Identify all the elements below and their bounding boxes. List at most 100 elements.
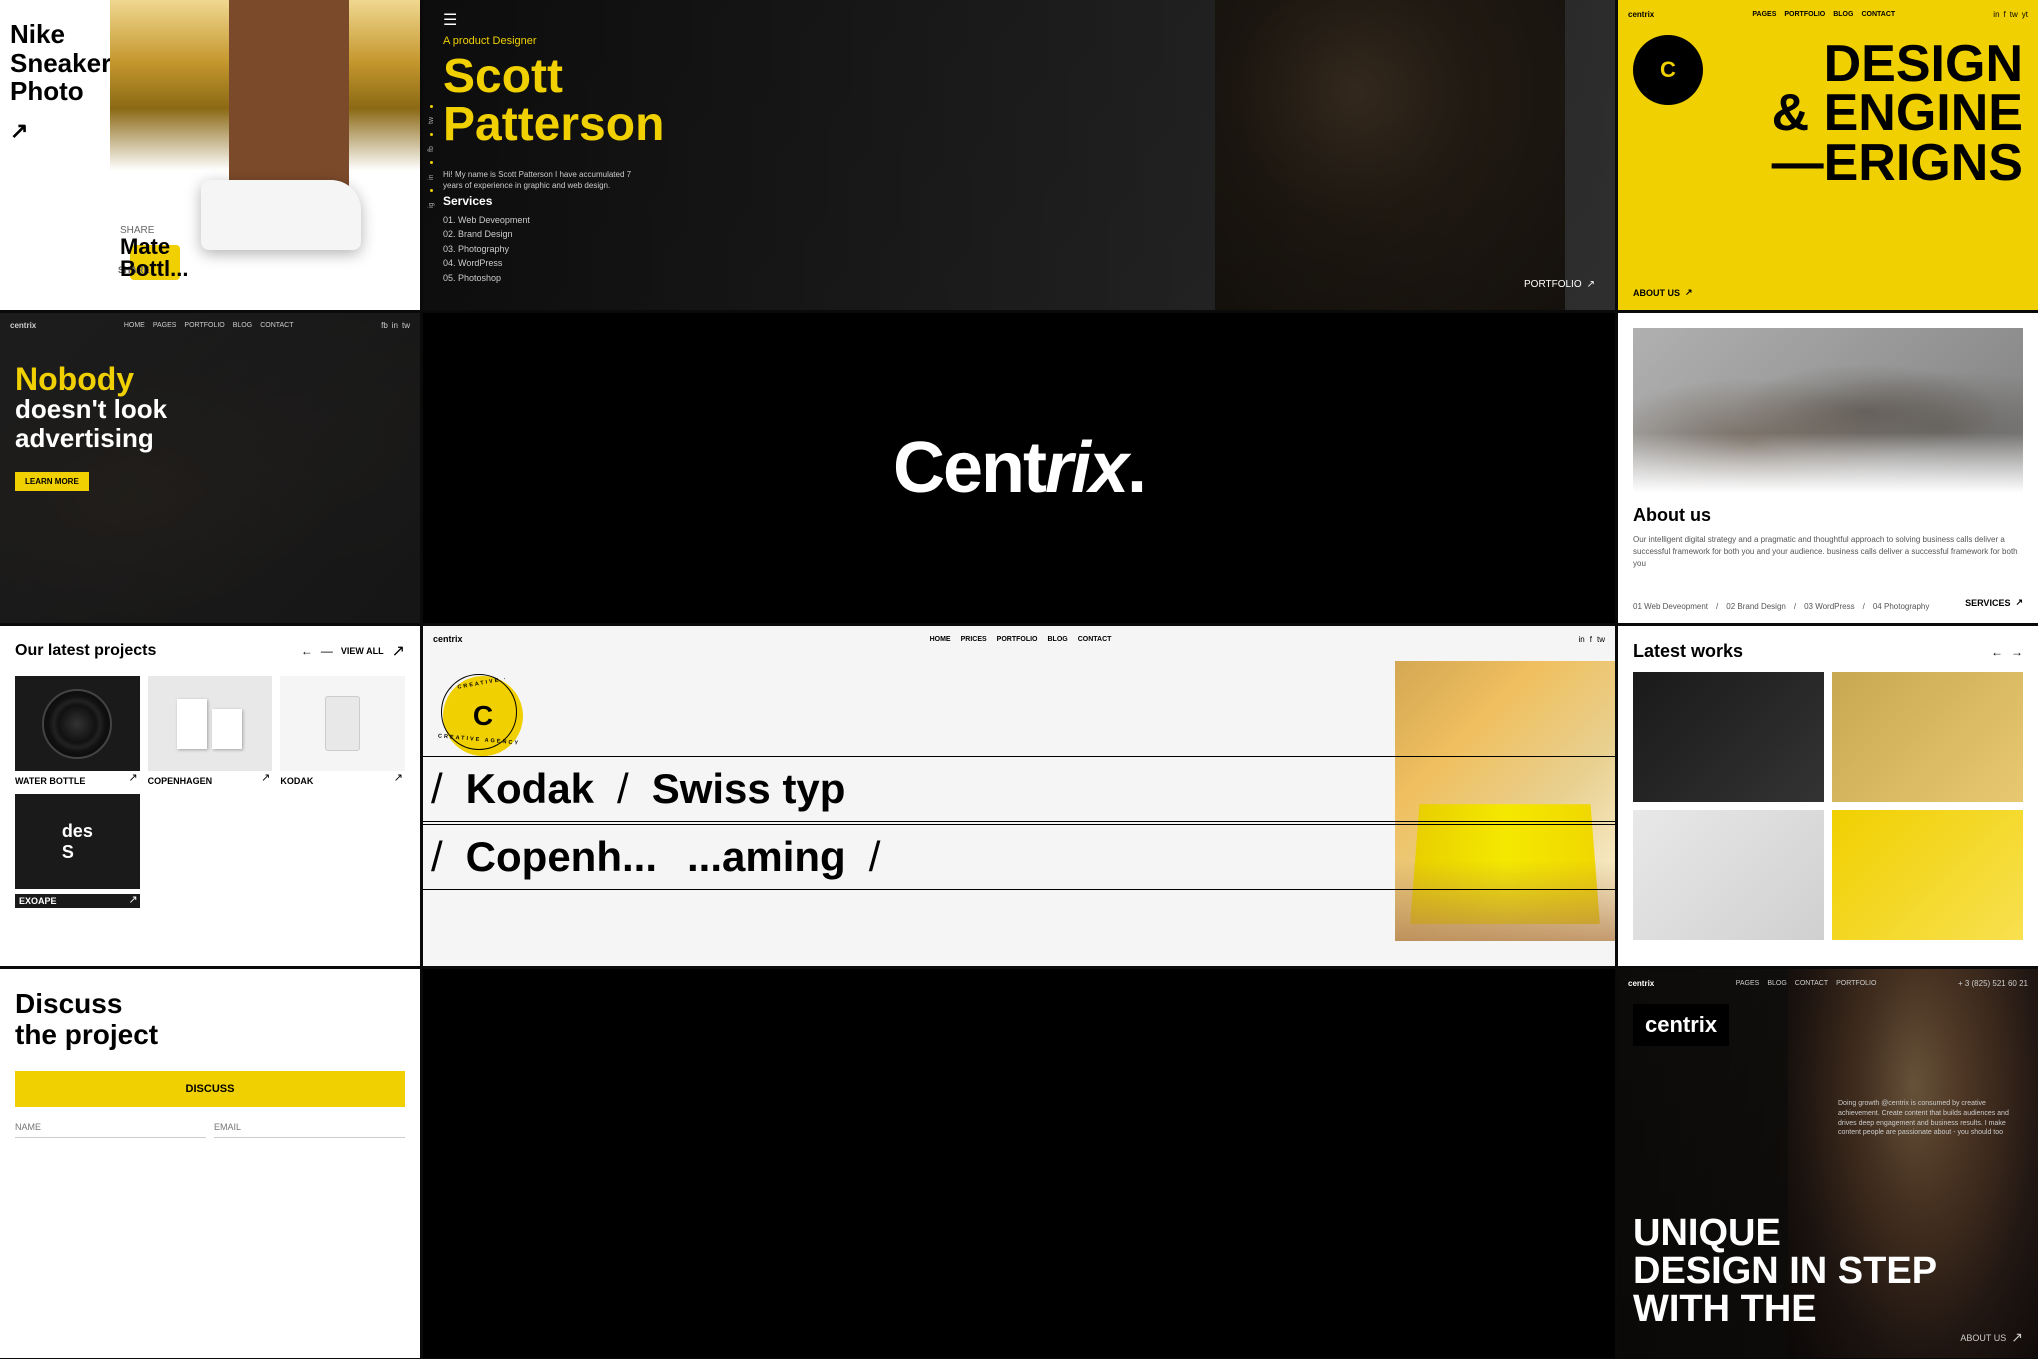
design-socials: in f tw yt	[1993, 10, 2028, 19]
marquee-aming: ...aming	[672, 833, 861, 881]
work-item-2[interactable]	[1832, 672, 2023, 802]
projects-ext-link[interactable]: ↗	[392, 641, 405, 661]
proj-img-book	[148, 676, 273, 771]
nobody-cta[interactable]: LEARN MORE	[15, 472, 89, 491]
design-social-yt[interactable]: yt	[2022, 10, 2028, 19]
design-nav-links: PAGES PORTFOLIO BLOG CONTACT	[1752, 11, 1895, 18]
marquee-nav-logo: centrix	[433, 634, 463, 644]
unique-phone: + 3 (825) 521 60 21	[1958, 979, 2028, 988]
projects-nav-left[interactable]: ←	[301, 644, 313, 658]
projects-title: Our latest projects	[15, 642, 156, 660]
marquee-slash-1b: /	[609, 765, 637, 813]
design-social-fb[interactable]: f	[2004, 10, 2006, 19]
marquee-nav: centrix HOME PRICES PORTFOLIO BLOG CONTA…	[433, 634, 1605, 644]
marquee-lines: / Kodak / Swiss typ / Copenh... ...aming…	[423, 756, 1615, 892]
marquee-nav-home[interactable]: HOME	[930, 636, 951, 643]
marquee-soc-in[interactable]: in	[1579, 635, 1585, 644]
work-item-1[interactable]	[1633, 672, 1824, 802]
about-svc-4: 04 Photography	[1873, 602, 1930, 611]
unique-nav-pages[interactable]: PAGES	[1736, 980, 1760, 987]
proj-item-exoape[interactable]: desS EXOAPE ↗	[15, 794, 140, 908]
work-item-4[interactable]	[1832, 810, 2023, 940]
nobody-soc-tw[interactable]: tw	[402, 321, 410, 330]
discuss-name-input[interactable]	[15, 1117, 206, 1138]
about-services-label: SERVICES	[1965, 598, 2010, 608]
proj-arrow-copenhagen[interactable]: ↗	[261, 771, 270, 784]
marquee-line-2: / Copenh... ...aming /	[423, 824, 1615, 890]
scott-services-title: Services	[443, 194, 530, 208]
nobody-nav-blog[interactable]: BLOG	[233, 322, 252, 329]
discuss-email-input[interactable]	[214, 1117, 405, 1138]
projects-nav-right[interactable]: —	[321, 644, 333, 658]
discuss-heading: Discussthe project	[15, 989, 405, 1051]
projects-viewall[interactable]: VIEW ALL	[341, 646, 384, 656]
unique-aboutus[interactable]: ABOUT US ↗	[1960, 1329, 2023, 1346]
about-services-arrow: ↗	[2015, 597, 2023, 608]
design-social-in[interactable]: in	[1993, 10, 1999, 19]
design-nav-portfolio[interactable]: PORTFOLIO	[1784, 11, 1825, 18]
projects-grid: WATER BOTTLE ↗ COPENHAGEN ↗ KODAK ↗	[15, 676, 405, 908]
marquee-nav-prices[interactable]: PRICES	[961, 636, 987, 643]
works-nav-left[interactable]: ←	[1991, 645, 2003, 659]
unique-aboutus-arrow: ↗	[2011, 1329, 2023, 1346]
design-nav-blog[interactable]: BLOG	[1833, 11, 1853, 18]
marquee-nav-blog[interactable]: BLOG	[1048, 636, 1068, 643]
nobody-nav-pages[interactable]: PAGES	[153, 322, 177, 329]
marquee-nav-portfolio[interactable]: PORTFOLIO	[997, 636, 1038, 643]
design-h1-line1: DESIGN	[1772, 40, 2023, 89]
design-nav-pages[interactable]: PAGES	[1752, 11, 1776, 18]
about-title: About us	[1633, 505, 2023, 526]
proj-item-copenhagen[interactable]: COPENHAGEN ↗	[148, 676, 273, 786]
marquee-soc-fb[interactable]: f	[1590, 635, 1592, 644]
marquee-slash-2a: /	[423, 833, 451, 881]
discuss-cta[interactable]: DISCUSS	[15, 1071, 405, 1107]
white-sneaker	[201, 180, 361, 250]
centrix-logo: Centrix.	[893, 427, 1145, 509]
nobody-nav-home[interactable]: HOME	[124, 322, 145, 329]
scott-portfolio-arrow: ↗	[1587, 279, 1595, 290]
proj-img-exoape: desS	[15, 794, 140, 889]
proj-label-copenhagen: COPENHAGEN	[148, 776, 273, 786]
scott-nav: ☰	[443, 10, 1595, 30]
nobody-soc-in[interactable]: in	[392, 321, 398, 330]
exoape-text: desS	[62, 821, 93, 863]
marquee-nav-contact[interactable]: CONTACT	[1078, 636, 1112, 643]
unique-nav-contact[interactable]: CONTACT	[1795, 980, 1828, 987]
design-nav: centrix PAGES PORTFOLIO BLOG CONTACT in …	[1628, 10, 2028, 19]
ssoc-dot-3	[430, 161, 433, 164]
ssoc-tw: tw	[428, 117, 435, 124]
proj-arrow-waterbottle[interactable]: ↗	[128, 771, 137, 784]
nobody-nav-portfolio[interactable]: PORTFOLIO	[184, 322, 224, 329]
design-aboutus[interactable]: ABOUT US ↗	[1633, 287, 1693, 298]
unique-nav-blog[interactable]: BLOG	[1767, 980, 1786, 987]
about-services-link[interactable]: SERVICES ↗	[1965, 597, 2023, 608]
nobody-soc-fb[interactable]: fb	[381, 321, 388, 330]
creative-badge: C · CREATIVE · CREATIVE AGENCY	[443, 676, 523, 756]
nobody-nav: centrix HOME PAGES PORTFOLIO BLOG CONTAC…	[0, 321, 420, 330]
scott-portfolio[interactable]: PORTFOLIO ↗	[1524, 279, 1595, 290]
works-nav-right[interactable]: →	[2011, 645, 2023, 659]
about-svc-3: 03 WordPress	[1804, 602, 1855, 611]
panel-about: About us Our intelligent digital strateg…	[1618, 313, 2038, 623]
unique-nav-portfolio[interactable]: PORTFOLIO	[1836, 980, 1876, 987]
marquee-soc-tw[interactable]: tw	[1597, 635, 1605, 644]
nobody-nav-contact[interactable]: CONTACT	[260, 322, 293, 329]
proj-arrow-kodak[interactable]: ↗	[394, 771, 403, 784]
hamburger-icon[interactable]: ☰	[443, 10, 457, 30]
about-svc-sep3: /	[1863, 602, 1865, 611]
works-header: Latest works ← →	[1633, 641, 2023, 662]
work-item-3[interactable]	[1633, 810, 1824, 940]
design-nav-contact[interactable]: CONTACT	[1861, 11, 1895, 18]
proj-arrow-exoape[interactable]: ↗	[128, 893, 137, 906]
nike-arrow[interactable]: ↗	[10, 118, 100, 144]
proj-item-kodak[interactable]: KODAK ↗	[280, 676, 405, 786]
unique-quote: Doing growth @centrix is consumed by cre…	[1838, 1099, 2018, 1138]
scott-services: Services 01. Web Deveopment02. Brand Des…	[443, 194, 530, 285]
unique-logo-block: centrix	[1633, 1004, 1729, 1051]
design-social-tw[interactable]: tw	[2010, 10, 2018, 19]
proj-item-waterbottle[interactable]: WATER BOTTLE ↗	[15, 676, 140, 786]
panel-scott: ☰ A product Designer ScottPatterson Hi! …	[423, 0, 1615, 310]
panel-unique: centrix PAGES BLOG CONTACT PORTFOLIO + 3…	[1618, 969, 2038, 1358]
book-item-1	[177, 699, 207, 749]
vinyl-circle	[42, 689, 112, 759]
